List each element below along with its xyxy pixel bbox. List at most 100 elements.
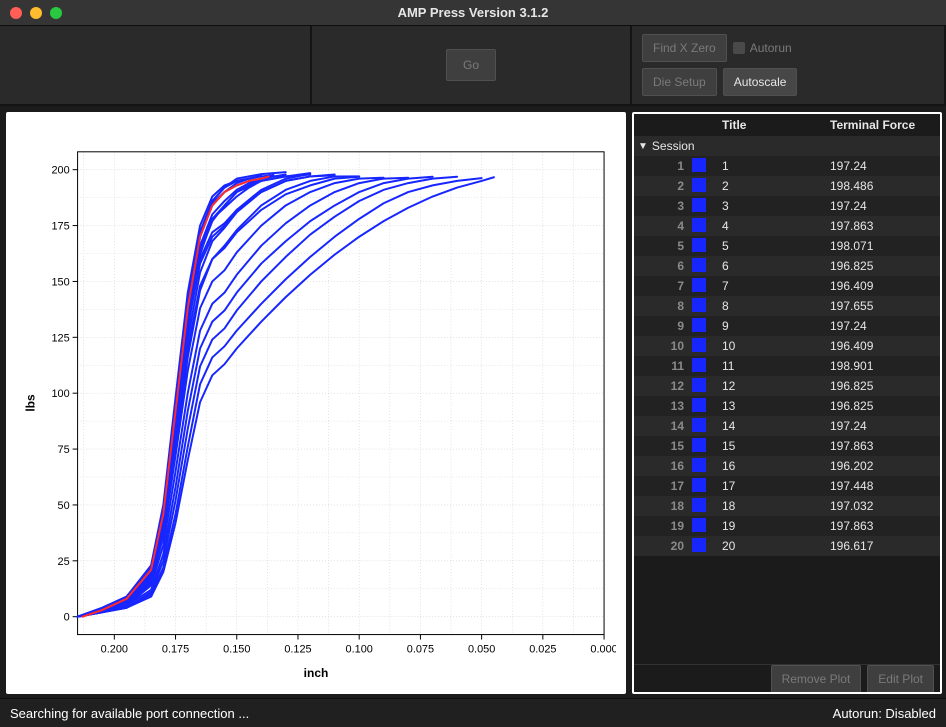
- table-row[interactable]: 55198.071: [634, 236, 940, 256]
- table-row[interactable]: 77196.409: [634, 276, 940, 296]
- svg-text:75: 75: [58, 444, 70, 456]
- table-row[interactable]: 1717197.448: [634, 476, 940, 496]
- side-panel: Title Terminal Force ▼ Session 11197.242…: [632, 112, 942, 694]
- svg-text:0.175: 0.175: [162, 643, 189, 655]
- table-row[interactable]: 1616196.202: [634, 456, 940, 476]
- edit-plot-button[interactable]: Edit Plot: [867, 665, 934, 693]
- table-row[interactable]: 33197.24: [634, 196, 940, 216]
- row-title: 2: [716, 179, 830, 193]
- color-swatch: [692, 198, 716, 215]
- table-row[interactable]: 11197.24: [634, 156, 940, 176]
- row-title: 20: [716, 539, 830, 553]
- color-swatch: [692, 498, 716, 515]
- row-force: 197.24: [830, 159, 940, 173]
- row-index: 1: [634, 159, 692, 173]
- row-title: 9: [716, 319, 830, 333]
- table-row[interactable]: 44197.863: [634, 216, 940, 236]
- autorun-label: Autorun: [750, 41, 792, 55]
- color-swatch: [692, 338, 716, 355]
- row-title: 17: [716, 479, 830, 493]
- svg-text:200: 200: [51, 165, 69, 177]
- svg-text:0.025: 0.025: [529, 643, 556, 655]
- chart-plot[interactable]: 0.2000.1750.1500.1250.1000.0750.0500.025…: [16, 122, 616, 684]
- row-index: 9: [634, 319, 692, 333]
- close-icon[interactable]: [10, 7, 22, 19]
- toolbar-right: Find X Zero Autorun Die Setup Autoscale: [632, 26, 946, 104]
- table-row[interactable]: 1010196.409: [634, 336, 940, 356]
- row-index: 13: [634, 399, 692, 413]
- row-index: 19: [634, 519, 692, 533]
- status-right: Autorun: Disabled: [833, 706, 936, 721]
- row-force: 196.202: [830, 459, 940, 473]
- window-controls: [0, 7, 62, 19]
- row-title: 14: [716, 419, 830, 433]
- row-title: 10: [716, 339, 830, 353]
- color-swatch: [692, 438, 716, 455]
- table-row[interactable]: 66196.825: [634, 256, 940, 276]
- autorun-checkbox[interactable]: Autorun: [733, 41, 792, 55]
- color-swatch: [692, 358, 716, 375]
- checkbox-icon: [733, 42, 745, 54]
- color-swatch: [692, 518, 716, 535]
- table-row[interactable]: 1919197.863: [634, 516, 940, 536]
- table-row[interactable]: 2020196.617: [634, 536, 940, 556]
- row-title: 16: [716, 459, 830, 473]
- row-force: 198.486: [830, 179, 940, 193]
- row-title: 3: [716, 199, 830, 213]
- main-area: lbs inch 0.2000.1750.1500.1250.1000.0750…: [0, 106, 946, 698]
- row-index: 10: [634, 339, 692, 353]
- row-index: 18: [634, 499, 692, 513]
- row-force: 197.863: [830, 519, 940, 533]
- row-index: 5: [634, 239, 692, 253]
- table-row[interactable]: 1313196.825: [634, 396, 940, 416]
- row-index: 16: [634, 459, 692, 473]
- table-row[interactable]: 1515197.863: [634, 436, 940, 456]
- header-terminal-force[interactable]: Terminal Force: [830, 118, 940, 132]
- row-index: 3: [634, 199, 692, 213]
- row-force: 197.863: [830, 219, 940, 233]
- chart-panel: lbs inch 0.2000.1750.1500.1250.1000.0750…: [6, 112, 626, 694]
- table-row[interactable]: 1818197.032: [634, 496, 940, 516]
- minimize-icon[interactable]: [30, 7, 42, 19]
- color-swatch: [692, 278, 716, 295]
- row-title: 1: [716, 159, 830, 173]
- die-setup-button[interactable]: Die Setup: [642, 68, 717, 96]
- color-swatch: [692, 418, 716, 435]
- row-title: 12: [716, 379, 830, 393]
- svg-text:150: 150: [51, 276, 69, 288]
- color-swatch: [692, 258, 716, 275]
- table-row[interactable]: 1212196.825: [634, 376, 940, 396]
- svg-text:50: 50: [58, 500, 70, 512]
- row-title: 8: [716, 299, 830, 313]
- table-body[interactable]: 11197.2422198.48633197.2444197.86355198.…: [634, 156, 940, 664]
- toolbar-center: Go: [312, 26, 632, 104]
- table-row[interactable]: 1111198.901: [634, 356, 940, 376]
- svg-text:175: 175: [51, 221, 69, 233]
- color-swatch: [692, 318, 716, 335]
- header-title[interactable]: Title: [716, 118, 830, 132]
- session-label: Session: [652, 139, 695, 153]
- svg-text:0.100: 0.100: [346, 643, 373, 655]
- row-title: 15: [716, 439, 830, 453]
- table-row[interactable]: 1414197.24: [634, 416, 940, 436]
- row-force: 197.655: [830, 299, 940, 313]
- row-force: 196.825: [830, 379, 940, 393]
- table-row[interactable]: 88197.655: [634, 296, 940, 316]
- session-row[interactable]: ▼ Session: [634, 136, 940, 156]
- row-title: 19: [716, 519, 830, 533]
- svg-text:0.000: 0.000: [590, 643, 616, 655]
- toolbar: Go Find X Zero Autorun Die Setup Autosca…: [0, 26, 946, 106]
- table-row[interactable]: 22198.486: [634, 176, 940, 196]
- row-force: 197.032: [830, 499, 940, 513]
- maximize-icon[interactable]: [50, 7, 62, 19]
- autoscale-button[interactable]: Autoscale: [723, 68, 798, 96]
- table-row[interactable]: 99197.24: [634, 316, 940, 336]
- color-swatch: [692, 238, 716, 255]
- go-button[interactable]: Go: [446, 49, 496, 81]
- remove-plot-button[interactable]: Remove Plot: [771, 665, 862, 693]
- color-swatch: [692, 158, 716, 175]
- color-swatch: [692, 378, 716, 395]
- find-x-zero-button[interactable]: Find X Zero: [642, 34, 727, 62]
- row-force: 198.901: [830, 359, 940, 373]
- titlebar: AMP Press Version 3.1.2: [0, 0, 946, 26]
